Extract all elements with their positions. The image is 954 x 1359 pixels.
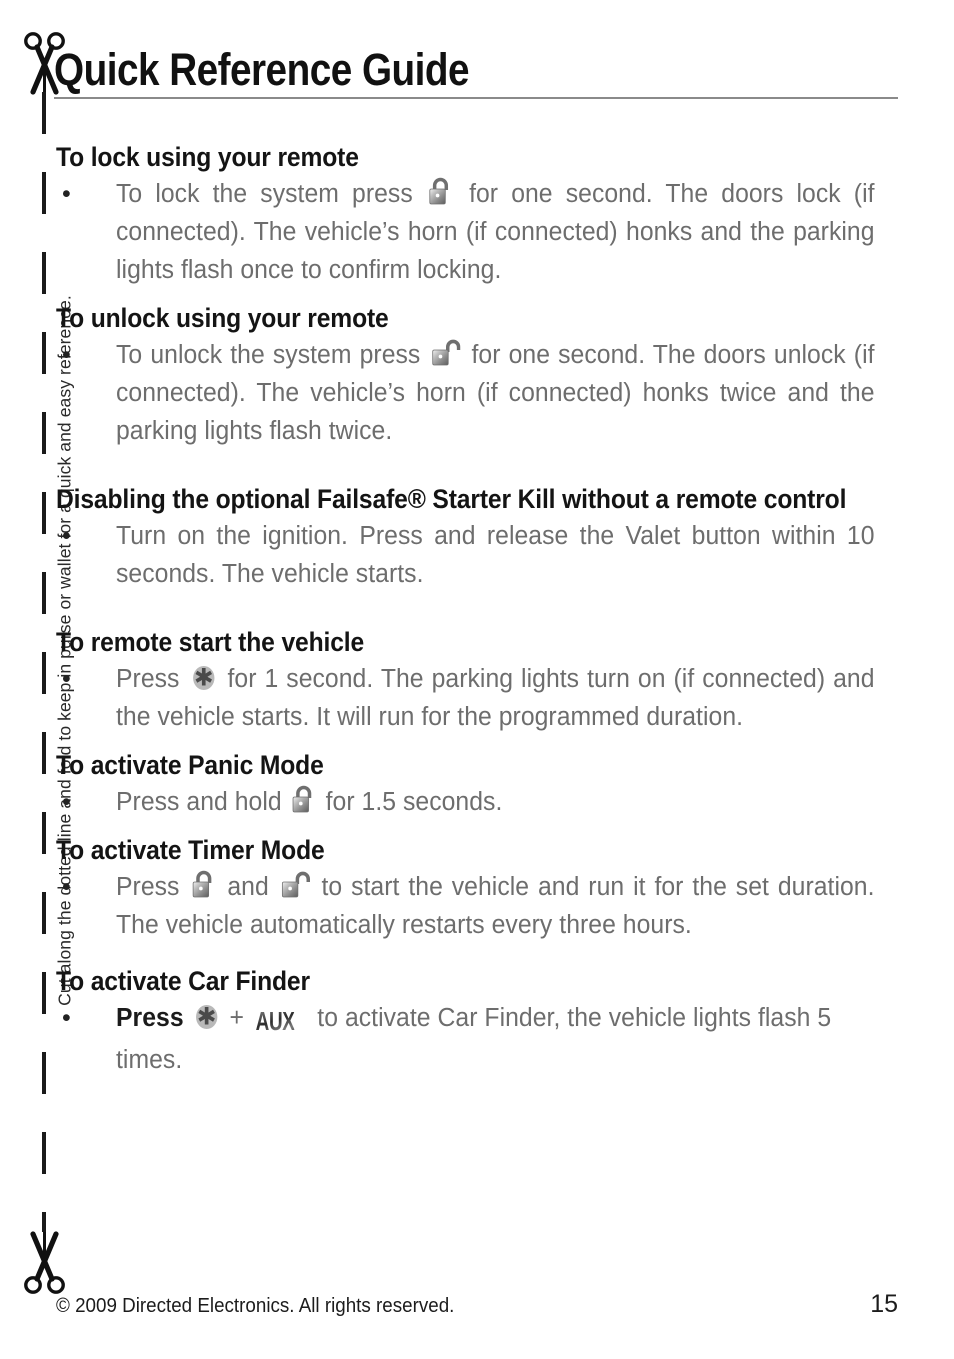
page-footer: © 2009 Directed Electronics. All rights … <box>56 1290 898 1319</box>
lock-closed-icon <box>191 869 215 900</box>
bullet-marker: • <box>62 522 71 550</box>
lock-open-icon <box>431 337 461 368</box>
dotted-cut-line <box>42 92 46 1232</box>
copyright-text: © 2009 Directed Electronics. All rights … <box>56 1295 455 1317</box>
guide-sections: To lock using your remote • To lock the sy… <box>56 142 898 1093</box>
section-heading: To unlock using your remote <box>56 303 389 333</box>
quick-reference-guide-page: Cut along the dotted line and fold to ke… <box>0 0 954 1359</box>
guide-section: To activate Car Finder • Press ✱ + AUX to … <box>56 966 898 1079</box>
section-heading: To lock using your remote <box>56 142 359 172</box>
bullet-item: • Press ✱ for 1 second. The parking light… <box>56 660 898 736</box>
page-title: Quick Reference Guide <box>54 44 470 95</box>
bullet-text: Press ✱ for 1 second. The parking lights… <box>116 663 875 731</box>
asterisk-button-icon: ✱ <box>190 663 216 692</box>
bullet-text: To lock the system press for one second.… <box>116 175 875 289</box>
page-number: 15 <box>870 1290 898 1318</box>
svg-text:✱: ✱ <box>197 1004 217 1030</box>
title-divider <box>54 97 898 99</box>
bullet-item: • Press and to start the vehicle and run … <box>56 868 898 944</box>
svg-text:✱: ✱ <box>194 665 214 691</box>
asterisk-button-icon: ✱ <box>193 1002 219 1031</box>
bullet-marker: • <box>62 341 71 369</box>
emphasis-text: Press <box>116 1004 191 1032</box>
bullet-item: • To lock the system press for one second… <box>56 175 898 289</box>
bullet-marker: • <box>62 665 71 693</box>
bullet-marker: • <box>62 1004 71 1032</box>
aux-button-icon: AUX <box>256 1002 295 1041</box>
bullet-marker: • <box>62 180 71 208</box>
guide-section: To lock using your remote • To lock the sy… <box>56 142 898 289</box>
lock-closed-icon <box>292 784 316 815</box>
section-heading: To remote start the vehicle <box>56 627 365 657</box>
bullet-marker: • <box>62 788 71 816</box>
bullet-item: • Press and hold for 1.5 seconds. <box>56 783 898 821</box>
bullet-item: • Press ✱ + AUX to activate Car Finder, t… <box>56 999 898 1079</box>
section-heading: To activate Panic Mode <box>56 750 324 780</box>
bullet-item: • Turn on the ignition. Press and release… <box>56 517 898 593</box>
bullet-text: Press ✱ + AUX to activate Car Finder, th… <box>116 1002 832 1074</box>
guide-section: To unlock using your remote • To unlock th… <box>56 303 898 450</box>
guide-section: To activate Panic Mode • Press and hold fo… <box>56 750 898 821</box>
guide-section: To activate Timer Mode • Press and to star… <box>56 835 898 944</box>
bullet-text: Press and to start the vehicle and run i… <box>116 868 875 944</box>
lock-closed-icon <box>429 176 453 207</box>
bullet-text: Press and hold for 1.5 seconds. <box>116 783 875 821</box>
page-title-area: Quick Reference Guide <box>54 46 900 106</box>
guide-section: To remote start the vehicle • Press ✱ for … <box>56 627 898 736</box>
bullet-item: • To unlock the system press for one seco… <box>56 336 898 450</box>
section-heading: To activate Car Finder <box>56 966 310 996</box>
guide-section: Disabling the optional Failsafe® Starter… <box>56 484 898 593</box>
bullet-text: To unlock the system press for one secon… <box>116 336 875 450</box>
lock-open-icon <box>281 869 310 900</box>
bullet-marker: • <box>62 873 71 901</box>
scissors-icon-bottom <box>16 1222 72 1294</box>
bullet-text: Turn on the ignition. Press and release … <box>116 522 875 588</box>
section-heading: To activate Timer Mode <box>56 835 325 865</box>
section-heading: Disabling the optional Failsafe® Starter… <box>56 484 847 514</box>
